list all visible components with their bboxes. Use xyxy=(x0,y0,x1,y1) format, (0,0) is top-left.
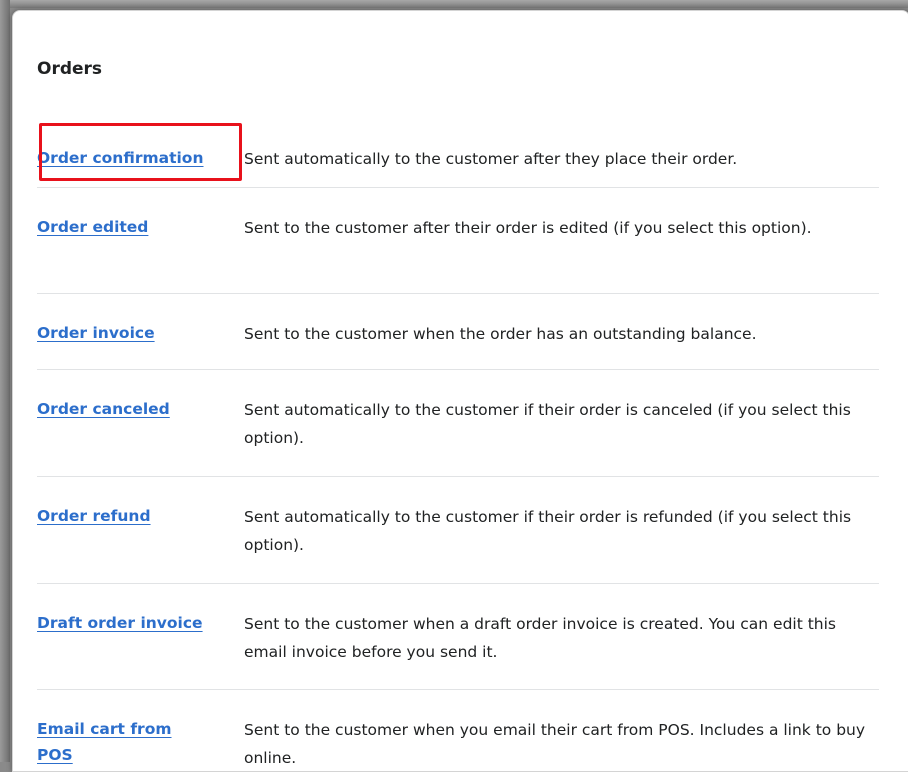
notification-description: Sent to the customer when a draft order … xyxy=(244,615,837,661)
orders-card: Orders Order confirmation Sent automatic… xyxy=(12,10,908,772)
order-invoice-link[interactable]: Order invoice xyxy=(37,320,155,346)
section-title: Orders xyxy=(37,59,103,79)
notification-description: Sent to the customer after their order i… xyxy=(244,219,812,237)
window-frame-top xyxy=(0,0,908,8)
notification-list: Order confirmation Sent automatically to… xyxy=(37,123,879,771)
order-refund-link[interactable]: Order refund xyxy=(37,503,151,529)
draft-order-invoice-link[interactable]: Draft order invoice xyxy=(37,610,203,636)
notification-row: Email cart from POS Sent to the customer… xyxy=(37,690,879,771)
window-frame-left xyxy=(0,0,10,762)
notification-row: Order invoice Sent to the customer when … xyxy=(37,294,879,370)
notification-description: Sent automatically to the customer if th… xyxy=(244,508,852,554)
notification-row: Draft order invoice Sent to the customer… xyxy=(37,584,879,690)
notification-description: Sent to the customer when you email thei… xyxy=(244,721,866,767)
notification-description: Sent to the customer when the order has … xyxy=(244,325,757,343)
notification-description: Sent automatically to the customer after… xyxy=(244,150,738,168)
order-canceled-link[interactable]: Order canceled xyxy=(37,396,170,422)
notification-description: Sent automatically to the customer if th… xyxy=(244,401,851,447)
notification-row: Order edited Sent to the customer after … xyxy=(37,188,879,294)
notification-row: Order canceled Sent automatically to the… xyxy=(37,370,879,477)
highlight-box xyxy=(39,123,242,181)
notification-row: Order refund Sent automatically to the c… xyxy=(37,477,879,584)
order-edited-link[interactable]: Order edited xyxy=(37,214,148,240)
email-cart-from-pos-link[interactable]: Email cart from POS xyxy=(37,716,187,768)
